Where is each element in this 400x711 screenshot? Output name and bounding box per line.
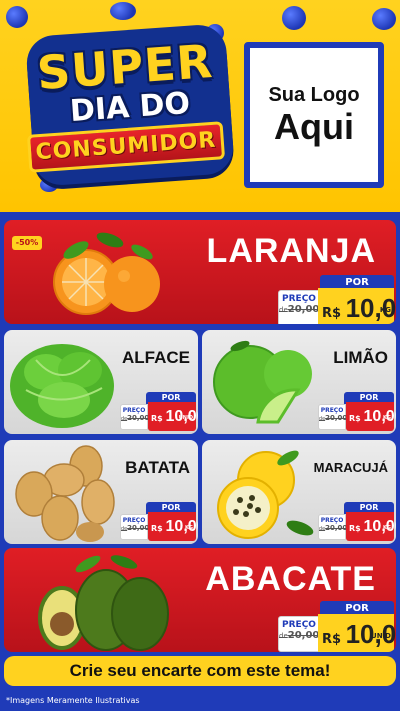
product-card-maracuja[interactable]: MARACUJÁ POR PREÇO de20,00 R$ 10,00 KG bbox=[202, 440, 396, 544]
new-price: R$ 10,00 KG bbox=[318, 288, 396, 324]
old-price-box: PREÇO de20,00 bbox=[318, 514, 348, 540]
price-tag: POR PREÇO de20,00 R$ 10,00 KG bbox=[120, 502, 198, 542]
logo-text-line2: Aqui bbox=[274, 105, 354, 147]
coin-decoration bbox=[282, 6, 306, 30]
product-name: ALFACE bbox=[122, 348, 190, 367]
product-card-batata[interactable]: BATATA POR PREÇO de20,00 R$ 10,00 KG bbox=[4, 440, 198, 544]
preco-label: PREÇO bbox=[320, 407, 344, 414]
lime-image bbox=[213, 340, 312, 424]
product-card-abacate[interactable]: ABACATE POR PREÇO de20,00 R$ 10,00 UNID bbox=[4, 548, 396, 652]
product-card-alface[interactable]: ALFACE POR PREÇO de20,00 R$ 10,00 UNID bbox=[4, 330, 198, 434]
old-price: de20,00 bbox=[319, 414, 348, 422]
new-price: R$ 10,00 KG bbox=[148, 512, 198, 541]
unit-label: UNID bbox=[178, 415, 193, 421]
potato-image bbox=[15, 445, 115, 542]
coin-decoration bbox=[6, 6, 28, 28]
old-price-box: PREÇO de20,00 bbox=[318, 404, 348, 430]
unit-label: KG bbox=[383, 525, 391, 531]
new-price: R$ 10,00 UNID bbox=[148, 402, 198, 431]
price-tag: POR PREÇO de20,00 R$ 10,00 KG bbox=[318, 502, 396, 542]
price-tag: POR PREÇO de20,00 R$ 10,00 KG bbox=[318, 392, 396, 432]
unit-label: KG bbox=[185, 525, 193, 531]
unit-label: UNID bbox=[371, 632, 391, 640]
price-tag: POR PREÇO de20,00 R$ 10,00 UNID bbox=[278, 601, 396, 652]
orange-image bbox=[53, 232, 160, 315]
preco-label: PREÇO bbox=[282, 620, 316, 630]
passion-fruit-image bbox=[217, 450, 314, 539]
new-price: R$ 10,00 KG bbox=[346, 512, 396, 541]
preco-label: PREÇO bbox=[320, 517, 344, 524]
product-name: LIMÃO bbox=[333, 348, 388, 367]
old-price: de20,00 bbox=[319, 524, 348, 532]
discount-badge: -50% bbox=[12, 236, 42, 250]
lettuce-image bbox=[10, 344, 114, 428]
product-name: LARANJA bbox=[206, 232, 376, 270]
unit-label: KG bbox=[379, 306, 391, 314]
unit-label: KG bbox=[383, 415, 391, 421]
old-price: de20,00 bbox=[279, 630, 320, 641]
cta-banner[interactable]: Crie seu encarte com este tema! bbox=[4, 656, 396, 686]
old-price-box: PREÇO de20,00 bbox=[120, 404, 150, 430]
product-card-laranja[interactable]: LARANJA POR PREÇO de20,00 R$ 10,00 KG bbox=[4, 220, 396, 324]
header-banner: SUPER DIA DO CONSUMIDOR Sua Logo Aqui bbox=[0, 0, 400, 212]
logo-text-line1: Sua Logo bbox=[268, 83, 360, 106]
product-card-limao[interactable]: LIMÃO POR PREÇO de20,00 R$ 10,00 KG bbox=[202, 330, 396, 434]
avocado-image bbox=[38, 555, 169, 651]
old-price-box: PREÇO de20,00 bbox=[278, 290, 320, 324]
logo-placeholder[interactable]: Sua Logo Aqui bbox=[244, 42, 384, 188]
product-name: MARACUJÁ bbox=[313, 460, 388, 475]
product-name: ABACATE bbox=[205, 560, 376, 598]
old-price: de20,00 bbox=[121, 524, 150, 532]
old-price: de20,00 bbox=[121, 414, 150, 422]
old-price: de20,00 bbox=[279, 304, 320, 315]
price-tag: POR PREÇO de20,00 R$ 10,00 UNID bbox=[120, 392, 198, 432]
product-name: BATATA bbox=[125, 458, 190, 477]
coin-decoration bbox=[110, 2, 136, 20]
old-price-box: PREÇO de20,00 bbox=[278, 616, 320, 652]
price-tag: POR PREÇO de20,00 R$ 10,00 KG bbox=[278, 275, 396, 324]
disclaimer-text: *Imagens Meramente Ilustrativas bbox=[6, 696, 140, 705]
preco-label: PREÇO bbox=[122, 517, 146, 524]
coin-decoration bbox=[372, 8, 396, 30]
new-price: R$ 10,00 UNID bbox=[318, 614, 396, 652]
preco-label: PREÇO bbox=[282, 294, 316, 304]
preco-label: PREÇO bbox=[122, 407, 146, 414]
old-price-box: PREÇO de20,00 bbox=[120, 514, 150, 540]
new-price: R$ 10,00 KG bbox=[346, 402, 396, 431]
